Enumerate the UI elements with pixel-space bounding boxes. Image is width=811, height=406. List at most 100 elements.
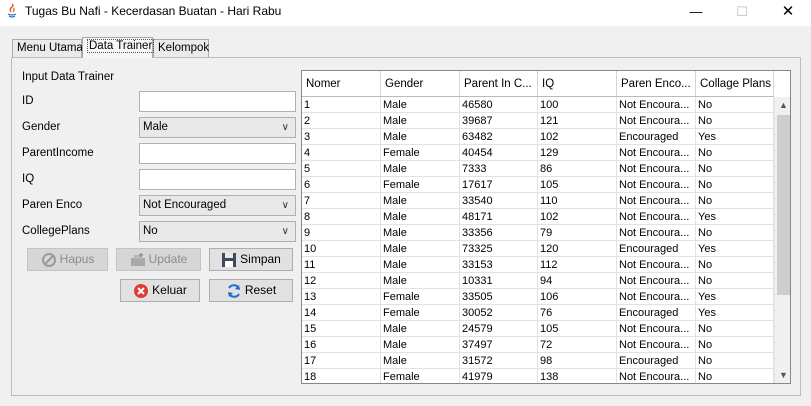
column-header-iq[interactable]: IQ (538, 71, 617, 96)
cell-parent-income: 73325 (460, 241, 538, 257)
table-row[interactable]: 2 Male 39687 121 Not Encoura... No (302, 113, 774, 129)
tab-menu-utama[interactable]: Menu Utama (12, 39, 83, 57)
cell-paren-enco: Not Encoura... (617, 273, 696, 289)
table-row[interactable]: 14 Female 30052 76 Encouraged Yes (302, 305, 774, 321)
cell-nomer: 3 (302, 129, 381, 145)
table-row[interactable]: 11 Male 33153 112 Not Encoura... No (302, 257, 774, 273)
cell-parent-income: 24579 (460, 321, 538, 337)
cell-gender: Female (381, 145, 460, 161)
id-field[interactable] (139, 91, 296, 112)
cell-collage-plans: No (696, 161, 774, 177)
cell-gender: Male (381, 161, 460, 177)
cell-nomer: 10 (302, 241, 381, 257)
table-row[interactable]: 13 Female 33505 106 Not Encoura... Yes (302, 289, 774, 305)
table-row[interactable]: 17 Male 31572 98 Encouraged No (302, 353, 774, 369)
parenenco-select[interactable]: Not Encouraged ∨ (139, 195, 296, 216)
reset-label: Reset (244, 283, 277, 297)
cell-collage-plans: No (696, 321, 774, 337)
cell-paren-enco: Not Encoura... (617, 289, 696, 305)
table-row[interactable]: 15 Male 24579 105 Not Encoura... No (302, 321, 774, 337)
no-entry-icon (41, 252, 56, 267)
chevron-down-icon: ∨ (281, 200, 289, 211)
table-row[interactable]: 18 Female 41979 138 Not Encoura... No (302, 369, 774, 383)
chevron-down-icon: ∨ (281, 122, 289, 133)
cell-gender: Male (381, 129, 460, 145)
cell-iq: 72 (538, 337, 617, 353)
cell-collage-plans: Yes (696, 241, 774, 257)
cell-iq: 120 (538, 241, 617, 257)
java-app-icon (7, 3, 17, 18)
table-row[interactable]: 3 Male 63482 102 Encouraged Yes (302, 129, 774, 145)
cell-collage-plans: No (696, 369, 774, 383)
hapus-button[interactable]: Hapus (27, 248, 108, 271)
column-header-collage-plans[interactable]: Collage Plans (696, 71, 774, 96)
cell-paren-enco: Not Encoura... (617, 177, 696, 193)
cell-parent-income: 33153 (460, 257, 538, 273)
cell-gender: Male (381, 241, 460, 257)
floppy-disk-icon (222, 252, 237, 267)
iq-label: IQ (22, 173, 35, 185)
table-row[interactable]: 8 Male 48171 102 Not Encoura... Yes (302, 209, 774, 225)
tab-data-trainer[interactable]: Data Trainer (82, 37, 155, 58)
column-header-parent-income[interactable]: Parent In C... (460, 71, 538, 96)
cell-iq: 94 (538, 273, 617, 289)
cell-gender: Male (381, 257, 460, 273)
table-row[interactable]: 1 Male 46580 100 Not Encoura... No (302, 97, 774, 113)
gender-select[interactable]: Male ∨ (139, 117, 296, 138)
update-label: Update (148, 252, 188, 266)
cell-gender: Male (381, 273, 460, 289)
table-row[interactable]: 9 Male 33356 79 Not Encoura... No (302, 225, 774, 241)
form-heading: Input Data Trainer (22, 71, 115, 83)
cell-collage-plans: No (696, 113, 774, 129)
hapus-label: Hapus (59, 252, 95, 266)
id-label: ID (22, 95, 34, 107)
cell-paren-enco: Not Encoura... (617, 257, 696, 273)
maximize-button[interactable]: ☐ (719, 0, 765, 26)
iq-field[interactable] (139, 169, 296, 190)
simpan-button[interactable]: Simpan (209, 248, 293, 271)
cell-nomer: 11 (302, 257, 381, 273)
cell-gender: Male (381, 193, 460, 209)
cell-paren-enco: Encouraged (617, 305, 696, 321)
cell-gender: Female (381, 305, 460, 321)
tab-kelompok[interactable]: Kelompok (153, 39, 209, 57)
table-row[interactable]: 10 Male 73325 120 Encouraged Yes (302, 241, 774, 257)
collegeplans-select[interactable]: No ∨ (139, 221, 296, 242)
collegeplans-selected-value: No (143, 225, 158, 237)
title-bar: Tugas Bu Nafi - Kecerdasan Buatan - Hari… (0, 0, 811, 26)
parenenco-selected-value: Not Encouraged (143, 199, 227, 211)
keluar-button[interactable]: Keluar (120, 279, 200, 302)
column-header-nomer[interactable]: Nomer (302, 71, 381, 96)
table-row[interactable]: 6 Female 17617 105 Not Encoura... No (302, 177, 774, 193)
cell-iq: 129 (538, 145, 617, 161)
scroll-up-icon[interactable]: ▲ (775, 97, 790, 113)
cell-collage-plans: No (696, 257, 774, 273)
cell-gender: Male (381, 225, 460, 241)
cell-collage-plans: No (696, 337, 774, 353)
scroll-down-icon[interactable]: ▼ (775, 367, 790, 383)
update-button[interactable]: Update (116, 248, 201, 271)
minimize-button[interactable]: — (673, 0, 719, 26)
cell-nomer: 17 (302, 353, 381, 369)
close-button[interactable]: ✕ (765, 0, 811, 26)
cell-collage-plans: Yes (696, 289, 774, 305)
table-row[interactable]: 4 Female 40454 129 Not Encoura... No (302, 145, 774, 161)
tab-label: Data Trainer (87, 39, 155, 53)
vertical-scrollbar[interactable]: ▲ ▼ (774, 97, 790, 383)
cell-collage-plans: Yes (696, 209, 774, 225)
cell-nomer: 7 (302, 193, 381, 209)
scroll-thumb[interactable] (777, 115, 790, 295)
table-row[interactable]: 12 Male 10331 94 Not Encoura... No (302, 273, 774, 289)
cell-nomer: 13 (302, 289, 381, 305)
parentincome-field[interactable] (139, 143, 296, 164)
reset-button[interactable]: Reset (209, 279, 293, 302)
table-row[interactable]: 7 Male 33540 110 Not Encoura... No (302, 193, 774, 209)
table-row[interactable]: 16 Male 37497 72 Not Encoura... No (302, 337, 774, 353)
chevron-down-icon: ∨ (281, 226, 289, 237)
table-header: Nomer Gender Parent In C... IQ Paren Enc… (302, 71, 774, 97)
cell-paren-enco: Not Encoura... (617, 209, 696, 225)
column-header-paren-enco[interactable]: Paren Enco... (617, 71, 696, 96)
data-table[interactable]: Nomer Gender Parent In C... IQ Paren Enc… (301, 70, 791, 384)
table-row[interactable]: 5 Male 7333 86 Not Encoura... No (302, 161, 774, 177)
column-header-gender[interactable]: Gender (381, 71, 460, 96)
